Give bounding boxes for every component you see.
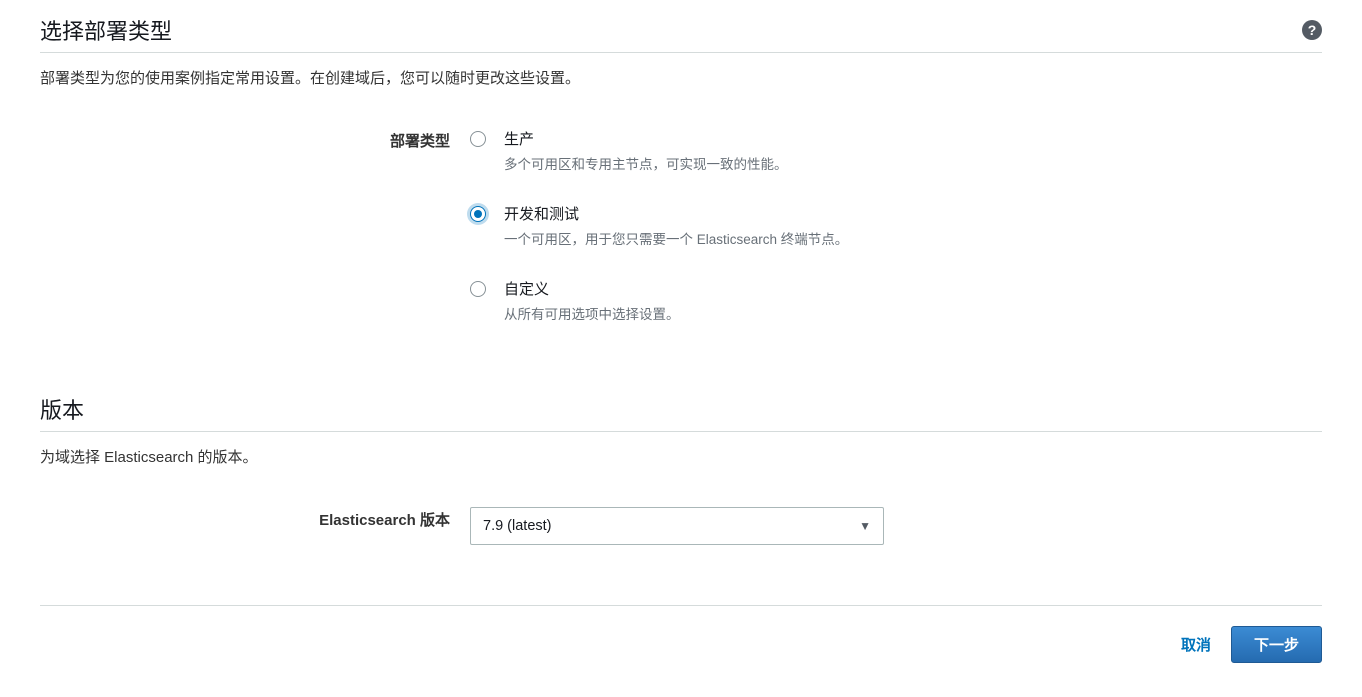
cancel-button[interactable]: 取消 <box>1181 634 1211 655</box>
radio-desc-production: 多个可用区和专用主节点，可实现一致的性能。 <box>504 153 788 173</box>
radio-option-custom[interactable]: 自定义 从所有可用选项中选择设置。 <box>470 278 1322 323</box>
version-description: 为域选择 Elasticsearch 的版本。 <box>40 446 1322 467</box>
chevron-down-icon: ▼ <box>859 519 871 533</box>
radio-label-production: 生产 <box>504 128 788 149</box>
version-select[interactable]: 7.9 (latest) ▼ <box>470 507 884 545</box>
radio-desc-custom: 从所有可用选项中选择设置。 <box>504 303 680 323</box>
radio-desc-devtest: 一个可用区，用于您只需要一个 Elasticsearch 终端节点。 <box>504 228 848 248</box>
radio-label-devtest: 开发和测试 <box>504 203 848 224</box>
deployment-type-description: 部署类型为您的使用案例指定常用设置。在创建域后，您可以随时更改这些设置。 <box>40 67 1322 88</box>
radio-circle-production[interactable] <box>470 131 486 147</box>
deployment-type-radio-group: 生产 多个可用区和专用主节点，可实现一致的性能。 开发和测试 一个可用区，用于您… <box>470 128 1322 323</box>
version-select-value: 7.9 (latest) <box>483 518 552 534</box>
version-label: Elasticsearch 版本 <box>319 512 450 529</box>
help-icon[interactable]: ? <box>1302 20 1322 40</box>
version-title: 版本 <box>40 393 1322 425</box>
next-button[interactable]: 下一步 <box>1231 626 1322 663</box>
radio-option-production[interactable]: 生产 多个可用区和专用主节点，可实现一致的性能。 <box>470 128 1322 173</box>
deployment-type-label: 部署类型 <box>390 133 450 150</box>
footer: 取消 下一步 <box>40 605 1322 663</box>
radio-circle-custom[interactable] <box>470 281 486 297</box>
radio-circle-devtest[interactable] <box>470 206 486 222</box>
deployment-type-title: 选择部署类型 <box>40 14 172 46</box>
radio-option-devtest[interactable]: 开发和测试 一个可用区，用于您只需要一个 Elasticsearch 终端节点。 <box>470 203 1322 248</box>
radio-label-custom: 自定义 <box>504 278 680 299</box>
